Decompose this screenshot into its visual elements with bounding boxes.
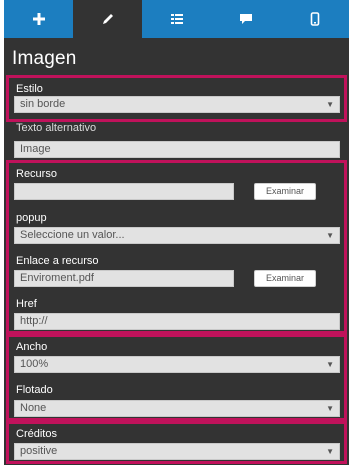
creditos-select[interactable]: positive ▼ [14, 443, 340, 460]
chevron-down-icon: ▼ [326, 447, 334, 456]
chevron-down-icon: ▼ [326, 404, 334, 413]
chevron-down-icon: ▼ [326, 231, 334, 240]
ancho-select[interactable]: 100% ▼ [14, 356, 340, 373]
plus-icon [32, 12, 46, 26]
section-title: Imagen [12, 48, 77, 69]
creditos-label: Créditos [16, 428, 57, 440]
estilo-select[interactable]: sin borde ▼ [14, 96, 340, 113]
estilo-value: sin borde [20, 98, 66, 110]
ancho-value: 100% [20, 358, 49, 370]
href-label: Href [16, 298, 37, 310]
popup-select[interactable]: Seleccione un valor... ▼ [14, 227, 340, 244]
flotado-select[interactable]: None ▼ [14, 400, 340, 417]
texto-alternativo-input[interactable]: Image [14, 141, 340, 158]
href-input[interactable]: http:// [14, 313, 340, 330]
chevron-down-icon: ▼ [326, 100, 334, 109]
popup-value: Seleccione un valor... [20, 229, 125, 241]
list-icon [170, 13, 184, 25]
tab-add[interactable] [4, 0, 73, 38]
enlace-examinar-button[interactable]: Examinar [254, 270, 316, 287]
properties-panel: Imagen Estilo sin borde ▼ Texto alternat… [4, 0, 349, 465]
creditos-value: positive [20, 445, 58, 457]
ancho-label: Ancho [16, 341, 48, 353]
tab-mobile[interactable] [280, 0, 349, 38]
popup-label: popup [16, 212, 47, 224]
tab-bar [4, 0, 349, 38]
tab-list[interactable] [142, 0, 211, 38]
recurso-input[interactable] [14, 183, 234, 200]
chevron-down-icon: ▼ [326, 360, 334, 369]
mobile-icon [310, 12, 320, 26]
flotado-label: Flotado [16, 384, 53, 396]
texto-alternativo-label: Texto alternativo [16, 122, 97, 134]
recurso-label: Recurso [16, 168, 57, 180]
estilo-label: Estilo [16, 83, 43, 95]
flotado-value: None [20, 402, 47, 414]
enlace-recurso-input[interactable]: Enviroment.pdf [14, 270, 234, 287]
comment-icon [239, 13, 253, 25]
tab-edit[interactable] [73, 0, 142, 38]
enlace-recurso-label: Enlace a recurso [16, 255, 99, 267]
pencil-icon [101, 12, 115, 26]
recurso-examinar-button[interactable]: Examinar [254, 183, 316, 200]
tab-comments[interactable] [211, 0, 280, 38]
